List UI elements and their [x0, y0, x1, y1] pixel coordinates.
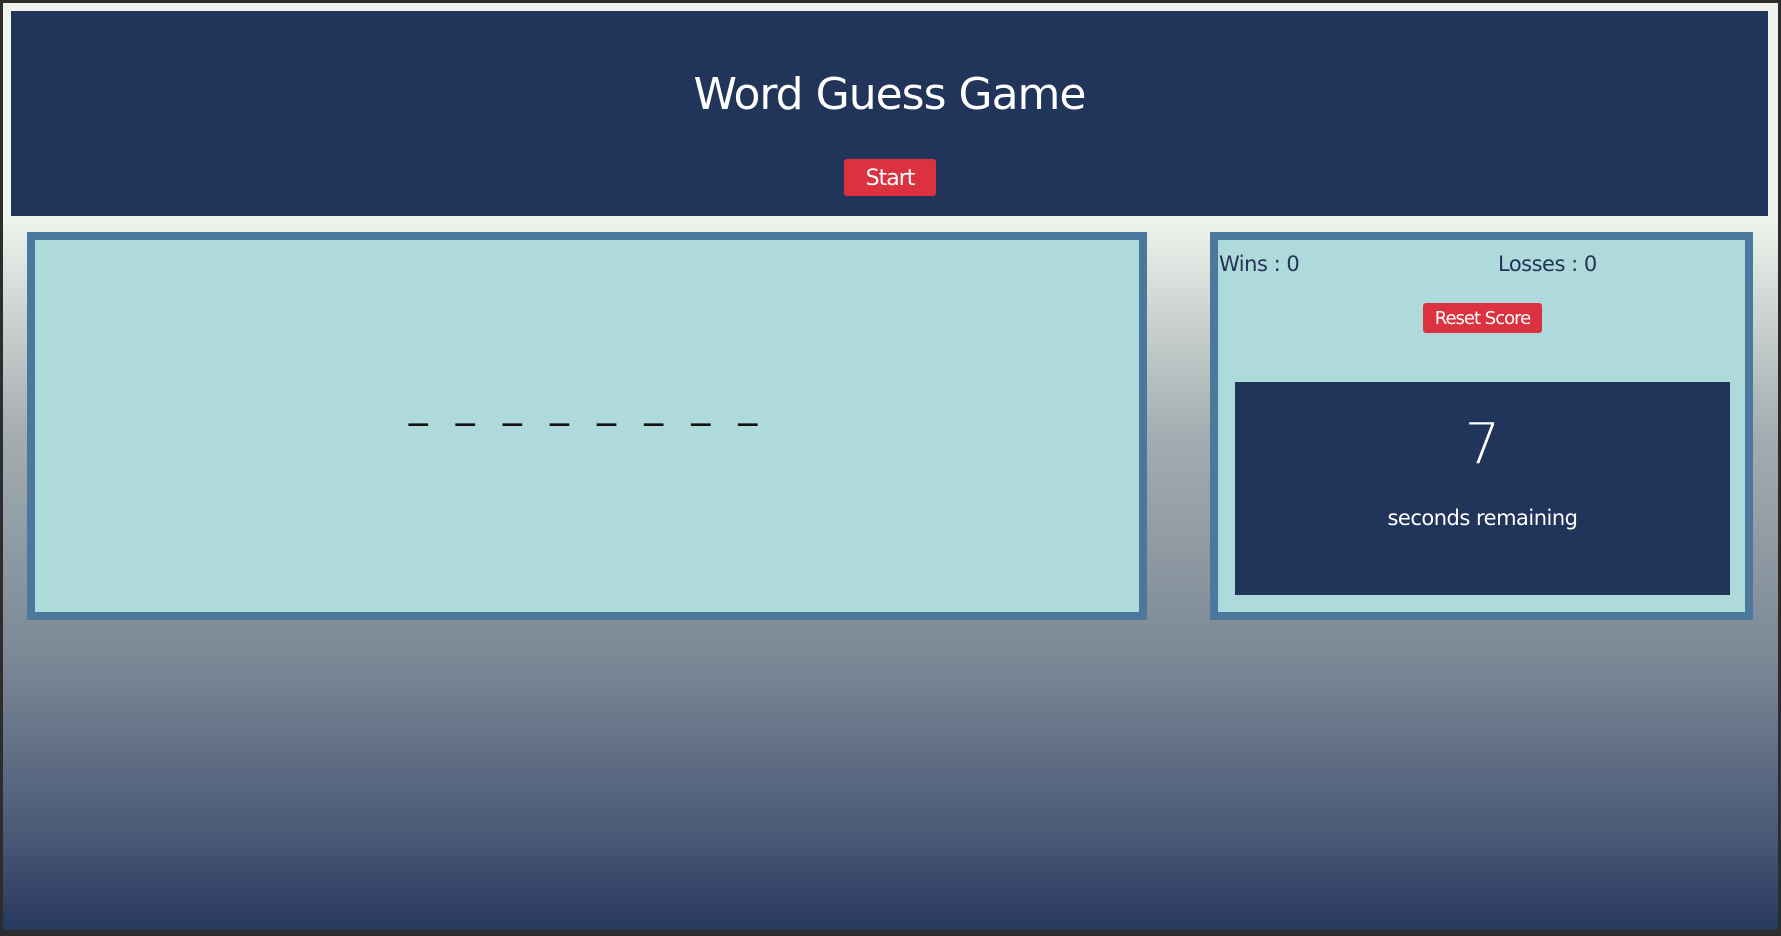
page: Word Guess Game Start _ _ _ _ _ _ _ _ Wi…: [3, 3, 1778, 930]
score-panel: Wins : 0 Losses : 0 Reset Score 7 second…: [1210, 232, 1753, 620]
header-banner: Word Guess Game Start: [11, 11, 1768, 216]
timer-label: seconds remaining: [1387, 506, 1578, 530]
start-button[interactable]: Start: [844, 159, 936, 196]
word-blanks: _ _ _ _ _ _ _ _: [408, 382, 766, 426]
timer-value: 7: [1464, 412, 1501, 477]
word-panel: _ _ _ _ _ _ _ _: [27, 232, 1147, 620]
timer-box: 7 seconds remaining: [1235, 382, 1730, 595]
reset-score-button[interactable]: Reset Score: [1423, 303, 1542, 333]
wins-counter: Wins : 0: [1219, 252, 1300, 276]
losses-counter: Losses : 0: [1498, 252, 1597, 276]
page-title: Word Guess Game: [693, 69, 1087, 120]
